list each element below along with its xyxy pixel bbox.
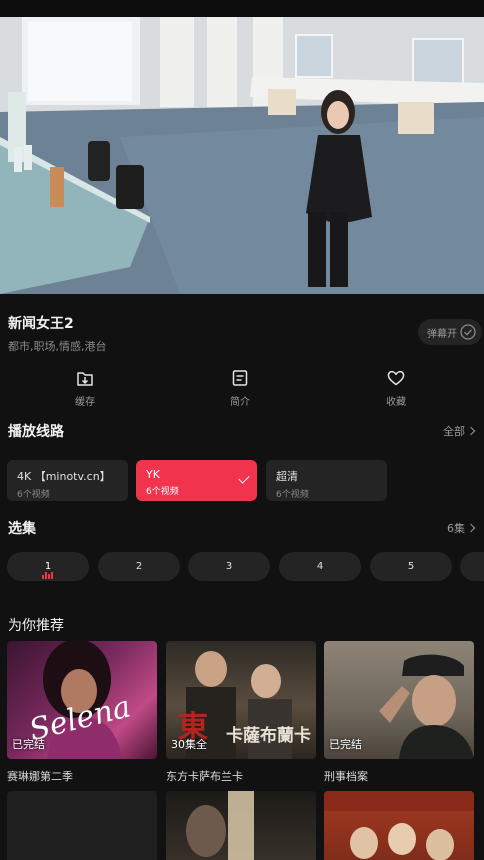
poster-image: Selena 已完结 (7, 641, 157, 759)
episode-number: 3 (225, 561, 233, 572)
recommend-card[interactable]: Selena 已完结 赛琳娜第二季 (7, 641, 157, 784)
episode-button-partial[interactable] (460, 552, 484, 581)
video-player[interactable] (0, 17, 484, 294)
poster-image: 已完结 (324, 641, 474, 759)
recommend-poster-partial[interactable] (166, 791, 316, 860)
intro-button[interactable]: 简介 (210, 368, 270, 408)
source-item-active[interactable]: YK 6个视频 (136, 460, 257, 501)
source-count: 6个视频 (276, 490, 309, 500)
episode-button[interactable]: 3 (188, 552, 270, 581)
intro-label: 简介 (230, 397, 250, 408)
cache-button[interactable]: 缓存 (55, 368, 115, 408)
chevron-right-icon (466, 426, 476, 436)
cache-label: 缓存 (75, 397, 95, 408)
recommend-card[interactable]: 已完结 刑事档案 (324, 641, 474, 784)
sources-more-link[interactable]: 全部 (443, 423, 476, 439)
sources-section-title: 播放线路 (8, 424, 64, 440)
recommend-title: 赛琳娜第二季 (7, 770, 73, 783)
source-name: 4K 【minotv.cn】 (17, 470, 111, 483)
download-icon (77, 372, 93, 386)
source-name: YK (146, 468, 160, 481)
document-icon (232, 370, 248, 386)
episodes-count-label: 6集 (447, 522, 465, 535)
status-badge: 已完结 (329, 738, 362, 751)
chevron-right-icon (466, 523, 476, 533)
episode-button[interactable]: 5 (370, 552, 452, 581)
episode-number: 2 (135, 561, 143, 572)
heart-icon (387, 370, 405, 386)
recommend-poster-partial[interactable] (7, 791, 157, 860)
recommend-poster-partial[interactable] (324, 791, 474, 860)
show-tags: 都市,职场,情感,港台 (8, 340, 107, 353)
status-bar (0, 0, 484, 17)
show-title: 新闻女王2 (8, 316, 74, 332)
danmu-label: 弹幕开 (427, 328, 457, 340)
poster-image: 東 卡薩布蘭卡 30集全 (166, 641, 316, 759)
source-item[interactable]: 超清 6个视频 (266, 460, 387, 501)
favorite-button[interactable]: 收藏 (366, 368, 426, 408)
episode-number: 1 (44, 561, 52, 572)
episode-button-active[interactable]: 1 (7, 552, 89, 581)
video-frame-illustration (0, 17, 484, 294)
danmu-toggle[interactable]: 弹幕开 (418, 319, 482, 345)
episode-button[interactable]: 4 (279, 552, 361, 581)
source-count: 6个视频 (146, 487, 179, 497)
poster-art (324, 791, 474, 860)
status-badge: 已完结 (12, 738, 45, 751)
status-badge: 30集全 (171, 738, 207, 751)
playing-indicator-icon (42, 572, 54, 579)
source-name: 超清 (276, 470, 298, 483)
episode-number: 4 (316, 561, 324, 572)
poster-title-text: 卡薩布蘭卡 (226, 725, 311, 746)
poster-art (186, 791, 254, 860)
episodes-section-title: 选集 (8, 521, 36, 537)
recommend-title: 刑事档案 (324, 770, 368, 783)
source-item[interactable]: 4K 【minotv.cn】 6个视频 (7, 460, 128, 501)
episode-number: 5 (407, 561, 415, 572)
episodes-more-link[interactable]: 6集 (447, 520, 476, 536)
sources-more-label: 全部 (443, 425, 465, 438)
recommend-card[interactable]: 東 卡薩布蘭卡 30集全 东方卡萨布兰卡 (166, 641, 316, 784)
episode-button[interactable]: 2 (98, 552, 180, 581)
recommend-section-title: 为你推荐 (8, 618, 64, 634)
recommend-title: 东方卡萨布兰卡 (166, 770, 243, 783)
source-count: 6个视频 (17, 490, 50, 500)
favorite-label: 收藏 (386, 397, 406, 408)
check-circle-icon (460, 324, 476, 340)
